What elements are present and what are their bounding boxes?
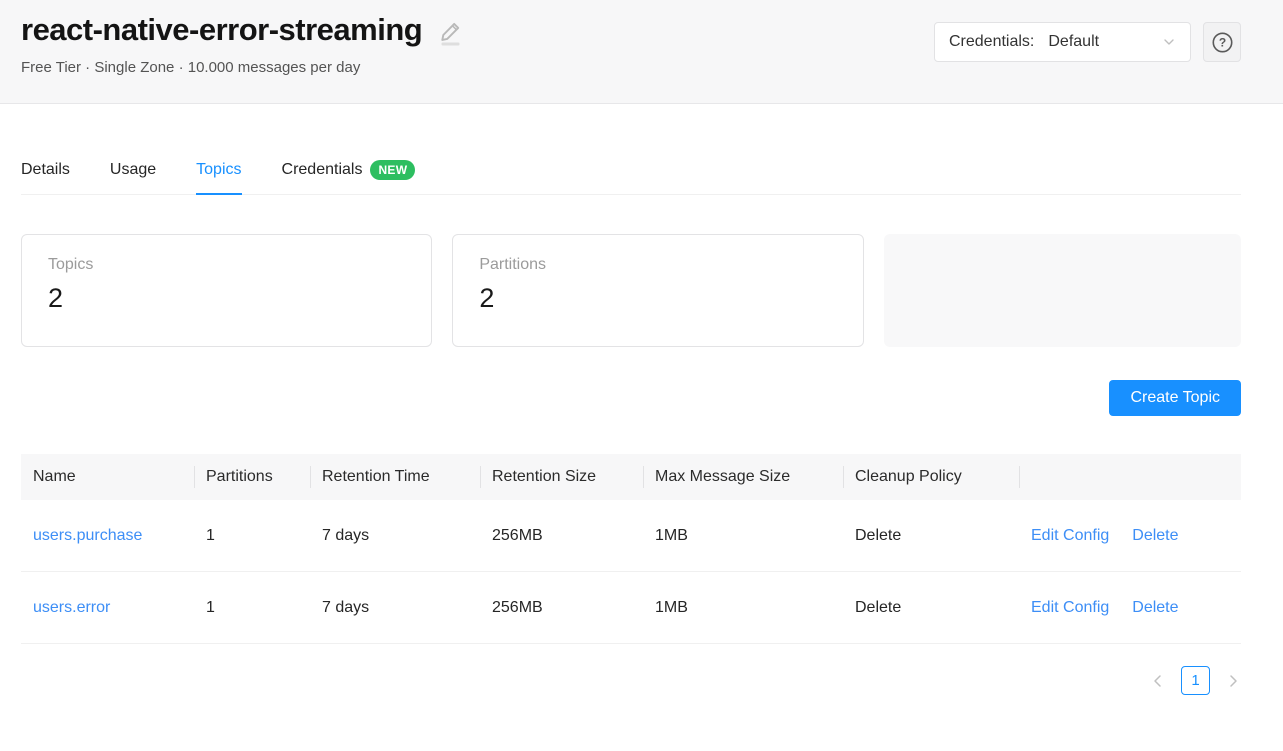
create-topic-button[interactable]: Create Topic bbox=[1109, 380, 1241, 416]
cell-cleanup-policy: Delete bbox=[843, 500, 1019, 572]
topic-name-link[interactable]: users.error bbox=[33, 599, 110, 616]
row-actions: Edit Config Delete bbox=[1031, 500, 1229, 571]
header-controls: Credentials: Default ? bbox=[934, 22, 1241, 62]
cell-max-message-size: 1MB bbox=[643, 572, 843, 644]
next-page-icon[interactable] bbox=[1225, 667, 1241, 695]
new-badge: NEW bbox=[370, 160, 415, 180]
credentials-value: Default bbox=[1048, 33, 1162, 51]
question-circle-icon: ? bbox=[1211, 31, 1234, 54]
delete-topic-link[interactable]: Delete bbox=[1132, 527, 1178, 545]
stat-card-partitions: Partitions 2 bbox=[452, 234, 863, 347]
main-content: Details Usage Topics Credentials NEW Top… bbox=[0, 160, 1283, 695]
credentials-label: Credentials: bbox=[949, 33, 1034, 51]
col-header-max-message-size: Max Message Size bbox=[643, 454, 843, 500]
edit-title-icon[interactable] bbox=[438, 19, 463, 46]
tab-details-label: Details bbox=[21, 161, 70, 179]
credentials-select[interactable]: Credentials: Default bbox=[934, 22, 1191, 62]
col-header-cleanup-policy: Cleanup Policy bbox=[843, 454, 1019, 500]
help-button[interactable]: ? bbox=[1203, 22, 1241, 62]
col-header-retention-size: Retention Size bbox=[480, 454, 643, 500]
svg-text:?: ? bbox=[1218, 35, 1225, 49]
cluster-header-left: react-native-error-streaming Free Tier ·… bbox=[21, 8, 463, 76]
topics-table: Name Partitions Retention Time Retention… bbox=[21, 454, 1241, 644]
cell-max-message-size: 1MB bbox=[643, 500, 843, 572]
page-number-button[interactable]: 1 bbox=[1181, 666, 1210, 695]
page-title: react-native-error-streaming bbox=[21, 8, 422, 52]
tab-topics-label: Topics bbox=[196, 161, 241, 179]
row-actions: Edit Config Delete bbox=[1031, 572, 1229, 643]
cell-retention-time: 7 days bbox=[310, 500, 480, 572]
delete-topic-link[interactable]: Delete bbox=[1132, 599, 1178, 617]
stat-partitions-label: Partitions bbox=[479, 256, 836, 274]
table-toolbar: Create Topic bbox=[21, 380, 1241, 416]
topic-name-link[interactable]: users.purchase bbox=[33, 527, 142, 544]
table-row: users.purchase 1 7 days 256MB 1MB Delete… bbox=[21, 500, 1241, 572]
edit-config-link[interactable]: Edit Config bbox=[1031, 527, 1109, 545]
cell-retention-size: 256MB bbox=[480, 500, 643, 572]
tab-usage[interactable]: Usage bbox=[110, 160, 156, 194]
stats-row: Topics 2 Partitions 2 bbox=[21, 234, 1241, 347]
stat-partitions-value: 2 bbox=[479, 283, 836, 314]
previous-page-icon[interactable] bbox=[1150, 667, 1166, 695]
cell-partitions: 1 bbox=[194, 500, 310, 572]
chevron-down-icon bbox=[1162, 35, 1176, 49]
cell-retention-size: 256MB bbox=[480, 572, 643, 644]
cluster-subtitle: Free Tier · Single Zone · 10.000 message… bbox=[21, 59, 463, 76]
tab-credentials[interactable]: Credentials NEW bbox=[282, 160, 416, 194]
tab-usage-label: Usage bbox=[110, 161, 156, 179]
col-header-retention-time: Retention Time bbox=[310, 454, 480, 500]
tab-details[interactable]: Details bbox=[21, 160, 70, 194]
edit-config-link[interactable]: Edit Config bbox=[1031, 599, 1109, 617]
tab-credentials-label: Credentials bbox=[282, 161, 363, 179]
cell-cleanup-policy: Delete bbox=[843, 572, 1019, 644]
col-header-partitions: Partitions bbox=[194, 454, 310, 500]
stat-topics-value: 2 bbox=[48, 283, 405, 314]
tab-topics[interactable]: Topics bbox=[196, 160, 241, 195]
cluster-header: react-native-error-streaming Free Tier ·… bbox=[0, 0, 1283, 104]
col-header-name: Name bbox=[21, 454, 194, 500]
col-header-actions bbox=[1019, 454, 1241, 500]
stat-topics-label: Topics bbox=[48, 256, 405, 274]
empty-stat-card bbox=[884, 234, 1241, 347]
pagination: 1 bbox=[21, 666, 1241, 695]
cell-retention-time: 7 days bbox=[310, 572, 480, 644]
tab-bar: Details Usage Topics Credentials NEW bbox=[21, 160, 1241, 195]
table-row: users.error 1 7 days 256MB 1MB Delete Ed… bbox=[21, 572, 1241, 644]
topics-table-header: Name Partitions Retention Time Retention… bbox=[21, 454, 1241, 500]
stat-card-topics: Topics 2 bbox=[21, 234, 432, 347]
cell-partitions: 1 bbox=[194, 572, 310, 644]
